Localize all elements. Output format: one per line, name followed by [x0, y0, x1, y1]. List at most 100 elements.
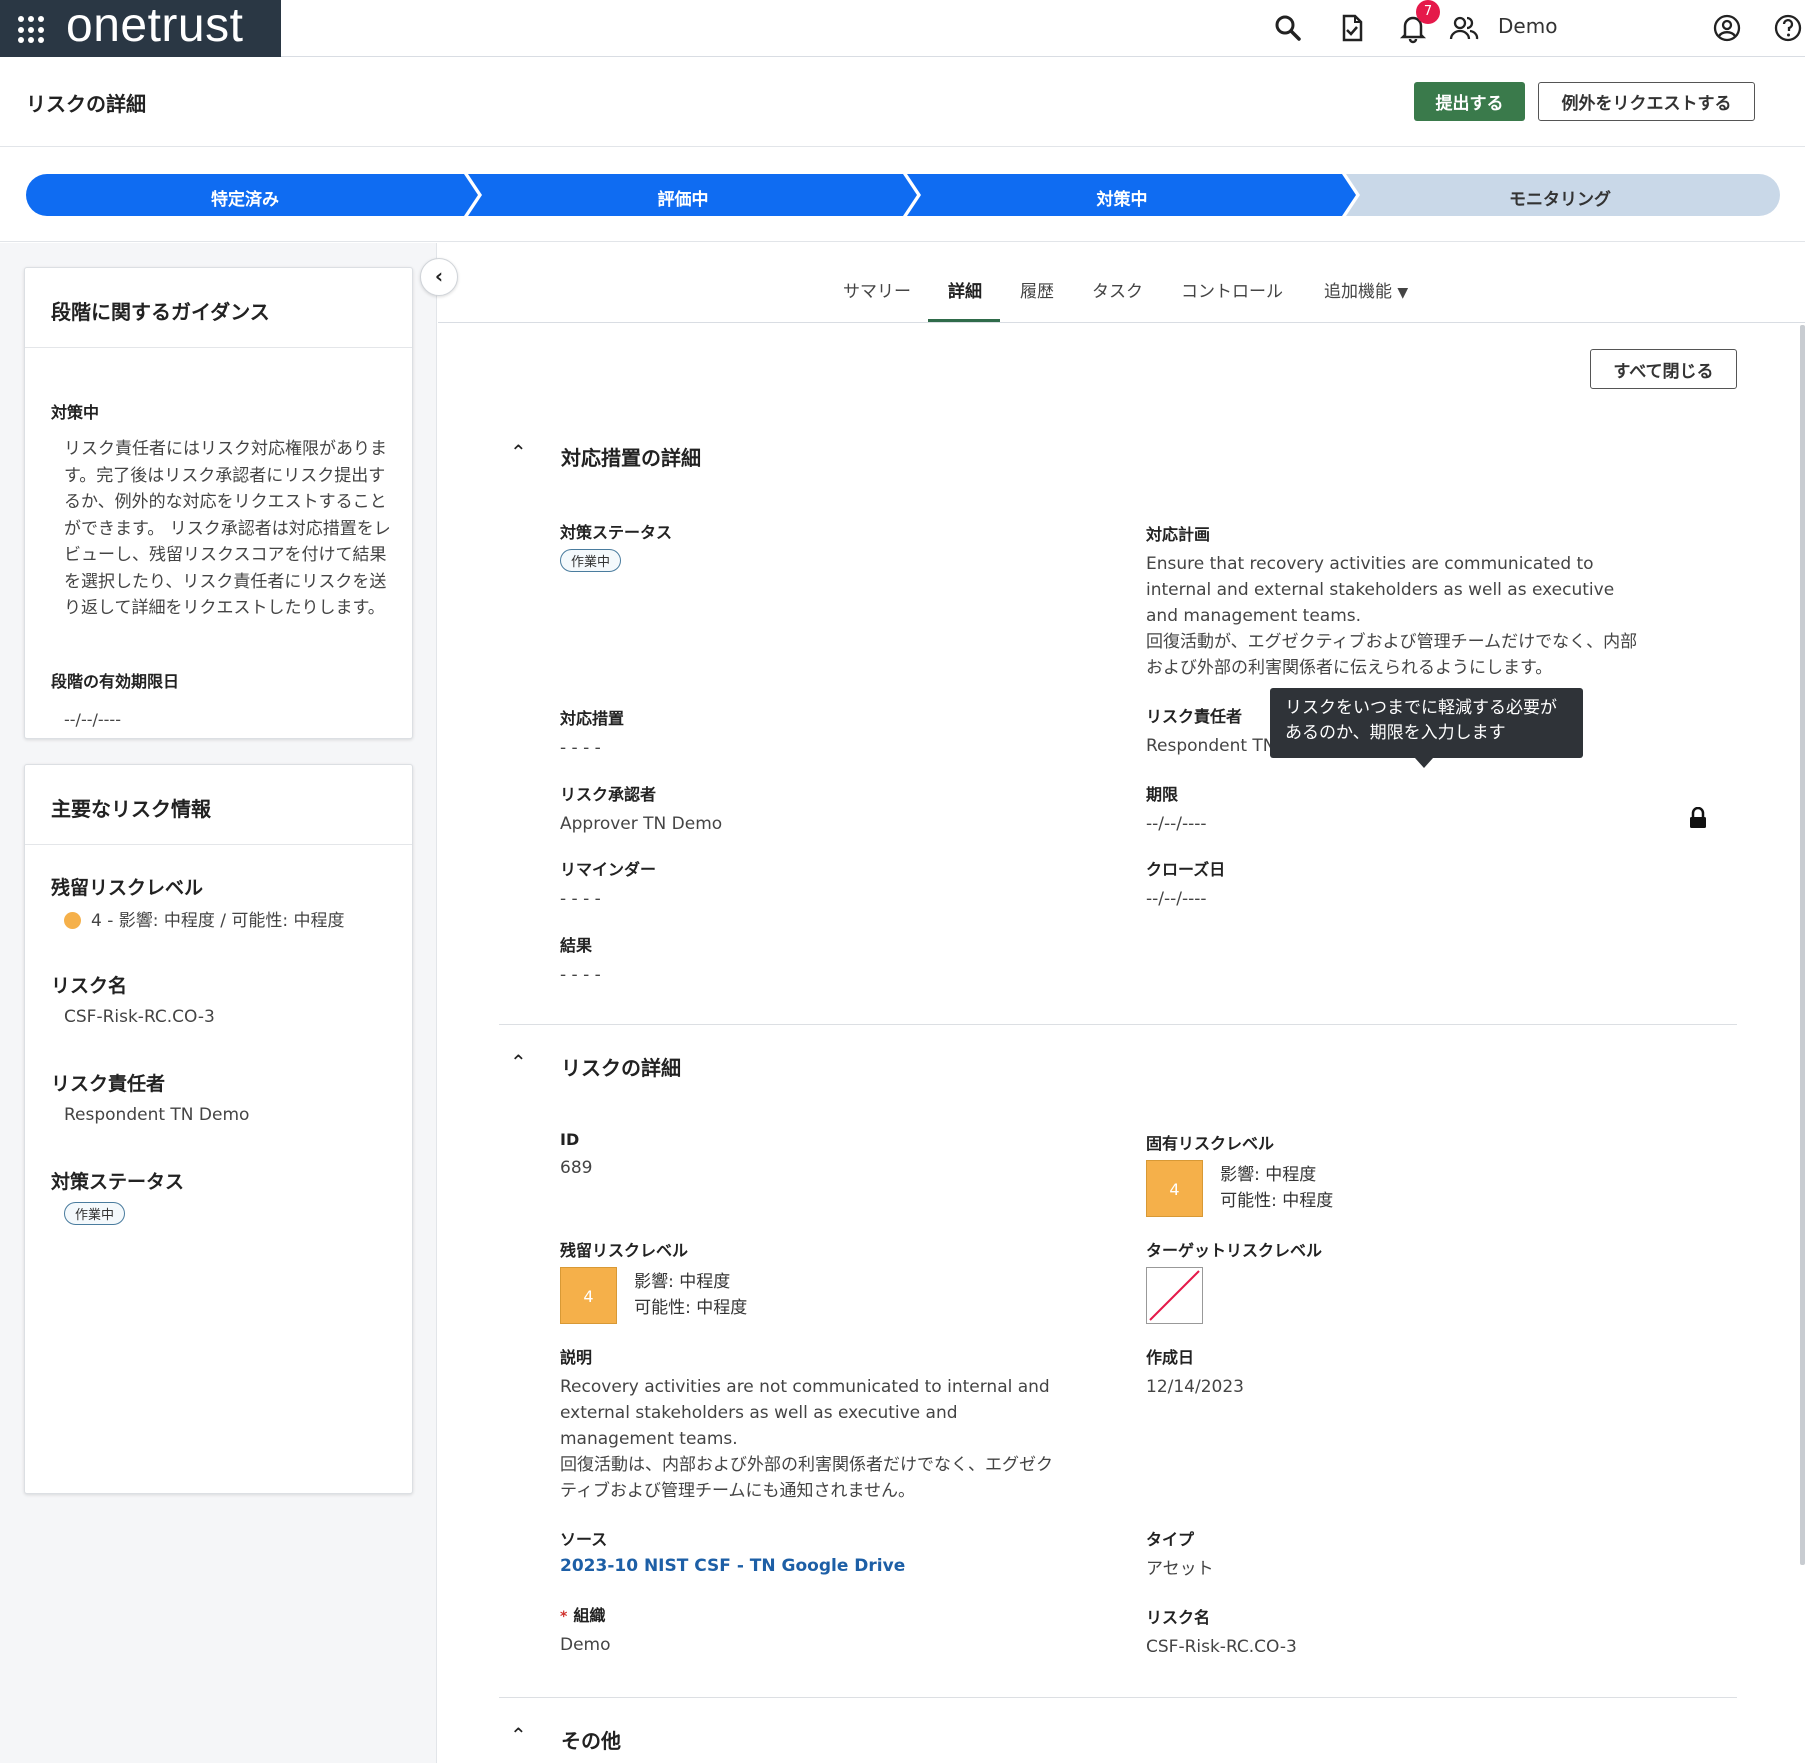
inherent-risk-field: 固有リスクレベル 4 影響: 中程度 可能性: 中程度: [1146, 1130, 1333, 1217]
risk-name-label: リスク名: [1146, 1608, 1211, 1627]
users-icon[interactable]: [1448, 12, 1480, 44]
status-badge: 作業中: [560, 549, 622, 572]
empty-score-icon: [1146, 1267, 1203, 1324]
chevron-up-icon[interactable]: ⌃: [510, 1723, 527, 1747]
search-icon[interactable]: [1272, 12, 1304, 44]
deadline-field[interactable]: 期限 --/--/----: [1146, 781, 1207, 837]
treatment-section-title[interactable]: 対応措置の詳細: [561, 442, 701, 471]
residual-risk-desc: 影響: 中程度 可能性: 中程度: [634, 1269, 747, 1321]
deadline-value[interactable]: --/--/----: [1146, 811, 1207, 837]
inherent-likelihood: 可能性: 中程度: [1220, 1191, 1334, 1211]
residual-risk-score: 4: [560, 1267, 617, 1324]
tab-bar: サマリー 詳細 履歴 タスク コントロール 追加機能 ▼: [438, 243, 1805, 323]
stage-label-monitoring: モニタリング: [1509, 190, 1611, 210]
source-field: ソース 2023-10 NIST CSF - TN Google Drive: [560, 1526, 905, 1576]
guidance-stage-name: 対策中: [51, 403, 100, 422]
treatment-measure-field: 対応措置 - - - -: [560, 705, 624, 761]
tab-tasks[interactable]: タスク: [1092, 277, 1143, 302]
close-date-field: クローズ日 --/--/----: [1146, 856, 1225, 912]
type-field: タイプ アセット: [1146, 1526, 1214, 1582]
type-value: アセット: [1146, 1559, 1214, 1579]
source-link[interactable]: 2023-10 NIST CSF - TN Google Drive: [560, 1556, 905, 1576]
scrollbar[interactable]: [1800, 325, 1805, 1565]
close-all-button[interactable]: すべて閉じる: [1590, 349, 1737, 389]
tab-more[interactable]: 追加機能 ▼: [1324, 277, 1408, 302]
organization-label: 組織: [573, 1606, 606, 1625]
guidance-title: 段階に関するガイダンス: [25, 268, 412, 348]
chevron-up-icon[interactable]: ⌃: [510, 1050, 527, 1074]
inherent-risk-score: 4: [1146, 1160, 1203, 1217]
stage-label-assessing: 評価中: [657, 190, 709, 210]
tab-summary[interactable]: サマリー: [843, 277, 911, 302]
section-divider: [499, 1024, 1737, 1025]
treatment-plan-ja: 回復活動が、エグゼクティブおよび管理チームだけでなく、内部および外部の利害関係者…: [1146, 632, 1638, 678]
residual-likelihood: 可能性: 中程度: [634, 1298, 748, 1318]
active-tab-indicator: [928, 319, 1000, 322]
risk-level-dot-icon: [64, 912, 81, 929]
required-marker: *: [560, 1609, 568, 1625]
risk-id-field: ID 689: [560, 1130, 592, 1181]
reminder-field: リマインダー - - - -: [560, 856, 656, 912]
risk-name-value: CSF-Risk-RC.CO-3: [64, 1007, 215, 1027]
risk-approver-field: リスク承認者 Approver TN Demo: [560, 781, 722, 837]
risk-owner-value: Respondent TN Demo: [64, 1105, 250, 1125]
type-label: タイプ: [1146, 1530, 1195, 1549]
risk-approver-label: リスク承認者: [560, 785, 657, 804]
deadline-tooltip: リスクをいつまでに軽減する必要があるのか、期限を入力します: [1270, 688, 1583, 758]
target-risk-field: ターゲットリスクレベル: [1146, 1237, 1322, 1328]
treatment-status-label: 対策ステータス: [560, 523, 673, 542]
created-date-value: 12/14/2023: [1146, 1377, 1244, 1397]
lock-icon: [1690, 807, 1706, 828]
caret-down-icon: ▼: [1397, 285, 1409, 301]
treatment-status-label: 対策ステータス: [51, 1171, 185, 1193]
section-divider: [499, 1697, 1737, 1698]
risk-name-field: リスク名 CSF-Risk-RC.CO-3: [1146, 1604, 1297, 1660]
tab-history[interactable]: 履歴: [1020, 277, 1054, 302]
organization-label-row: * 組織: [560, 1602, 611, 1626]
guidance-text: リスク責任者にはリスク対応権限があります。完了後はリスク承認者にリスク提出するか…: [64, 439, 391, 618]
request-exception-button[interactable]: 例外をリクエストする: [1538, 82, 1755, 121]
risk-details-section-title[interactable]: リスクの詳細: [561, 1052, 681, 1081]
close-date-value: --/--/----: [1146, 889, 1207, 909]
tab-details[interactable]: 詳細: [948, 277, 982, 302]
result-field: 結果 - - - -: [560, 932, 601, 988]
user-name[interactable]: Demo: [1498, 14, 1557, 38]
tooltip-arrow: [1415, 758, 1433, 768]
treatment-owner-value: Respondent TN: [1146, 736, 1276, 756]
inherent-risk-label: 固有リスクレベル: [1146, 1134, 1275, 1153]
tab-controls[interactable]: コントロール: [1181, 277, 1283, 302]
brand-logo[interactable]: onetrust: [66, 0, 243, 53]
inherent-impact: 影響: 中程度: [1220, 1165, 1317, 1185]
treatment-plan-field: 対応計画 Ensure that recovery activities are…: [1146, 521, 1646, 681]
stage-label-treating: 対策中: [1096, 190, 1148, 210]
left-sidebar: 段階に関するガイダンス 対策中 リスク責任者にはリスク対応権限があります。完了後…: [0, 243, 437, 1763]
page-title: リスクの詳細: [26, 92, 146, 116]
organization-value: Demo: [560, 1635, 611, 1655]
other-section-title[interactable]: その他: [561, 1725, 621, 1754]
description-label: 説明: [560, 1348, 593, 1367]
residual-risk-field: 残留リスクレベル 4 影響: 中程度 可能性: 中程度: [560, 1237, 747, 1324]
treatment-measure-label: 対応措置: [560, 709, 625, 728]
reminder-value: - - - -: [560, 889, 601, 909]
description-ja: 回復活動は、内部および外部の利害関係者だけでなく、エグゼクティブおよび管理チーム…: [560, 1455, 1053, 1501]
stage-progress: 特定済み 評価中 対策中 モニタリング: [0, 147, 1805, 242]
page-header: リスクの詳細 提出する 例外をリクエストする: [0, 57, 1805, 147]
notification-badge: 7: [1416, 0, 1440, 24]
help-icon[interactable]: [1772, 12, 1804, 44]
key-risk-info-card: 主要なリスク情報 残留リスクレベル 4 - 影響: 中程度 / 可能性: 中程度…: [24, 764, 413, 1494]
document-check-icon[interactable]: [1336, 12, 1368, 44]
account-icon[interactable]: [1711, 12, 1743, 44]
brand-area: onetrust: [0, 0, 281, 57]
top-bar: onetrust 7 Demo: [0, 0, 1805, 57]
target-risk-label: ターゲットリスクレベル: [1146, 1241, 1323, 1260]
residual-level-value: 4 - 影響: 中程度 / 可能性: 中程度: [91, 911, 345, 931]
organization-field: * 組織 Demo: [560, 1602, 611, 1658]
app-launcher-icon[interactable]: [18, 16, 46, 44]
stage-deadline-value: --/--/----: [64, 710, 121, 729]
chevron-up-icon[interactable]: ⌃: [510, 440, 527, 464]
treatment-plan-en: Ensure that recovery activities are comm…: [1146, 554, 1615, 626]
risk-id-value: 689: [560, 1158, 593, 1178]
result-value: - - - -: [560, 965, 601, 985]
submit-button[interactable]: 提出する: [1414, 82, 1525, 121]
reminder-label: リマインダー: [560, 860, 657, 879]
